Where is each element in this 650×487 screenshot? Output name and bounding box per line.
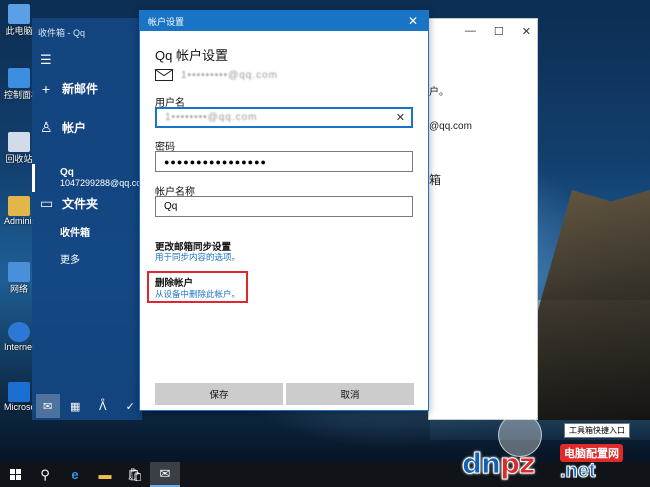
person-icon: ♙	[40, 119, 53, 135]
folder-inbox[interactable]: 收件箱	[60, 224, 90, 239]
hamburger-menu-icon[interactable]: ☰	[40, 52, 52, 68]
dialog-titlebar: 帐户设置 ✕	[140, 11, 428, 31]
desktop-icon-label: 控制面板	[4, 90, 34, 100]
window-controls: — ☐ ✕	[465, 25, 531, 38]
desktop-icon-label: 网络	[9, 284, 28, 294]
desktop-icon-label: 回收站	[5, 154, 33, 164]
desktop-icon-label: Microsoft Edge	[4, 402, 34, 412]
dialog-title: 帐户设置	[148, 16, 185, 27]
account-email-row: 1•••••••••@qq.com	[155, 69, 278, 81]
sync-settings-link[interactable]: 用于同步内容的选项。	[155, 251, 240, 263]
people-icon[interactable]: ᐰ	[91, 394, 115, 418]
desktop-icon-this-pc[interactable]: 此电脑	[4, 4, 34, 38]
watermark-logo: dnpz	[462, 447, 536, 481]
account-name-field[interactable]: Qq	[155, 196, 413, 217]
delete-account-title[interactable]: 删除帐户	[155, 275, 193, 289]
desktop-icon-label: Administrator	[4, 216, 34, 226]
folders-label: 文件夹	[62, 197, 99, 211]
new-mail-label: 新邮件	[62, 82, 99, 96]
delete-account-link[interactable]: 从设备中删除此帐户。	[155, 288, 240, 300]
new-mail-button[interactable]: + 新邮件	[40, 80, 98, 97]
network-icon	[8, 262, 30, 282]
background-window: — ☐ ✕ 户。 @qq.com 箱	[428, 18, 538, 420]
desktop-icon-control-panel[interactable]: 控制面板	[4, 68, 34, 102]
desktop-icon-network[interactable]: 网络	[4, 262, 34, 296]
file-explorer-icon[interactable]: ▬	[90, 462, 120, 487]
account-name-value: Qq	[164, 201, 178, 212]
mail-app-title: 收件箱 - Qq	[38, 28, 86, 38]
desktop-icon-edge[interactable]: Microsoft Edge	[4, 382, 34, 426]
mail-taskbar-icon[interactable]: ✉	[150, 462, 180, 487]
user-folder-icon	[8, 196, 30, 216]
username-field[interactable]: 1••••••••@qq.com ✕	[155, 107, 413, 128]
plus-icon: +	[41, 80, 51, 97]
wallpaper-rock	[520, 190, 650, 420]
account-email[interactable]: 1047299288@qq.com	[60, 178, 149, 188]
store-icon[interactable]: 🛍	[120, 462, 150, 487]
folders-button[interactable]: ▭ 文件夹	[40, 195, 98, 212]
close-icon[interactable]: ✕	[522, 25, 531, 38]
account-name[interactable]: Qq	[60, 167, 74, 178]
folder-icon: ▭	[40, 195, 54, 211]
start-button[interactable]	[0, 462, 30, 487]
windows-icon	[9, 469, 21, 480]
edge-icon	[8, 382, 30, 402]
toolbox-tooltip: 工具箱快捷入口	[564, 423, 630, 438]
cancel-button[interactable]: 取消	[286, 383, 414, 405]
password-field[interactable]: ●●●●●●●●●●●●●●●●	[155, 151, 413, 172]
control-panel-icon	[8, 68, 30, 88]
mail-app-window: 收件箱 - Qq ☰ + 新邮件 ♙ 帐户 Qq 1047299288@qq.c…	[32, 18, 149, 420]
account-email-masked: 1•••••••••@qq.com	[181, 69, 279, 81]
background-window-text: 户。	[429, 87, 449, 98]
calendar-icon[interactable]: ▦	[64, 394, 88, 418]
recycle-bin-icon	[8, 132, 30, 152]
site-watermark: dnpz 电脑配置网 .net	[462, 440, 648, 487]
accounts-button[interactable]: ♙ 帐户	[40, 119, 86, 136]
account-settings-dialog: 帐户设置 ✕ Qq 帐户设置 1•••••••••@qq.com 用户名 1••…	[139, 10, 429, 411]
desktop-icon-label: Internet Explorer	[4, 342, 34, 352]
envelope-icon	[155, 69, 173, 81]
page-title: Qq 帐户设置	[155, 48, 228, 63]
background-window-text: 箱	[429, 173, 442, 187]
mail-bottom-bar: ✉ ▦ ᐰ ✓	[32, 392, 142, 420]
close-icon[interactable]: ✕	[408, 14, 418, 28]
edge-taskbar-icon[interactable]: e	[60, 462, 90, 487]
username-value: 1••••••••@qq.com	[165, 112, 258, 123]
folder-more[interactable]: 更多	[60, 251, 80, 266]
watermark-text: 电脑配置网 .net	[560, 444, 623, 483]
desktop-icon-internet-explorer[interactable]: Internet Explorer	[4, 322, 34, 366]
internet-explorer-icon	[8, 322, 30, 342]
desktop-icon-user-folder[interactable]: Administrator	[4, 196, 34, 230]
minimize-icon[interactable]: —	[465, 25, 476, 38]
mail-icon[interactable]: ✉	[36, 394, 60, 418]
clear-icon[interactable]: ✕	[396, 111, 405, 124]
search-icon[interactable]: ⚲	[30, 462, 60, 487]
selected-account-indicator	[32, 164, 35, 192]
computer-icon	[8, 4, 30, 24]
password-value: ●●●●●●●●●●●●●●●●	[164, 156, 267, 167]
watermark-net: .net	[560, 460, 597, 483]
accounts-label: 帐户	[62, 121, 87, 135]
desktop-icon-recycle-bin[interactable]: 回收站	[4, 132, 34, 166]
desktop-icon-label: 此电脑	[5, 26, 33, 36]
maximize-icon[interactable]: ☐	[494, 25, 504, 38]
save-button[interactable]: 保存	[155, 383, 283, 405]
background-window-text: @qq.com	[429, 121, 472, 132]
